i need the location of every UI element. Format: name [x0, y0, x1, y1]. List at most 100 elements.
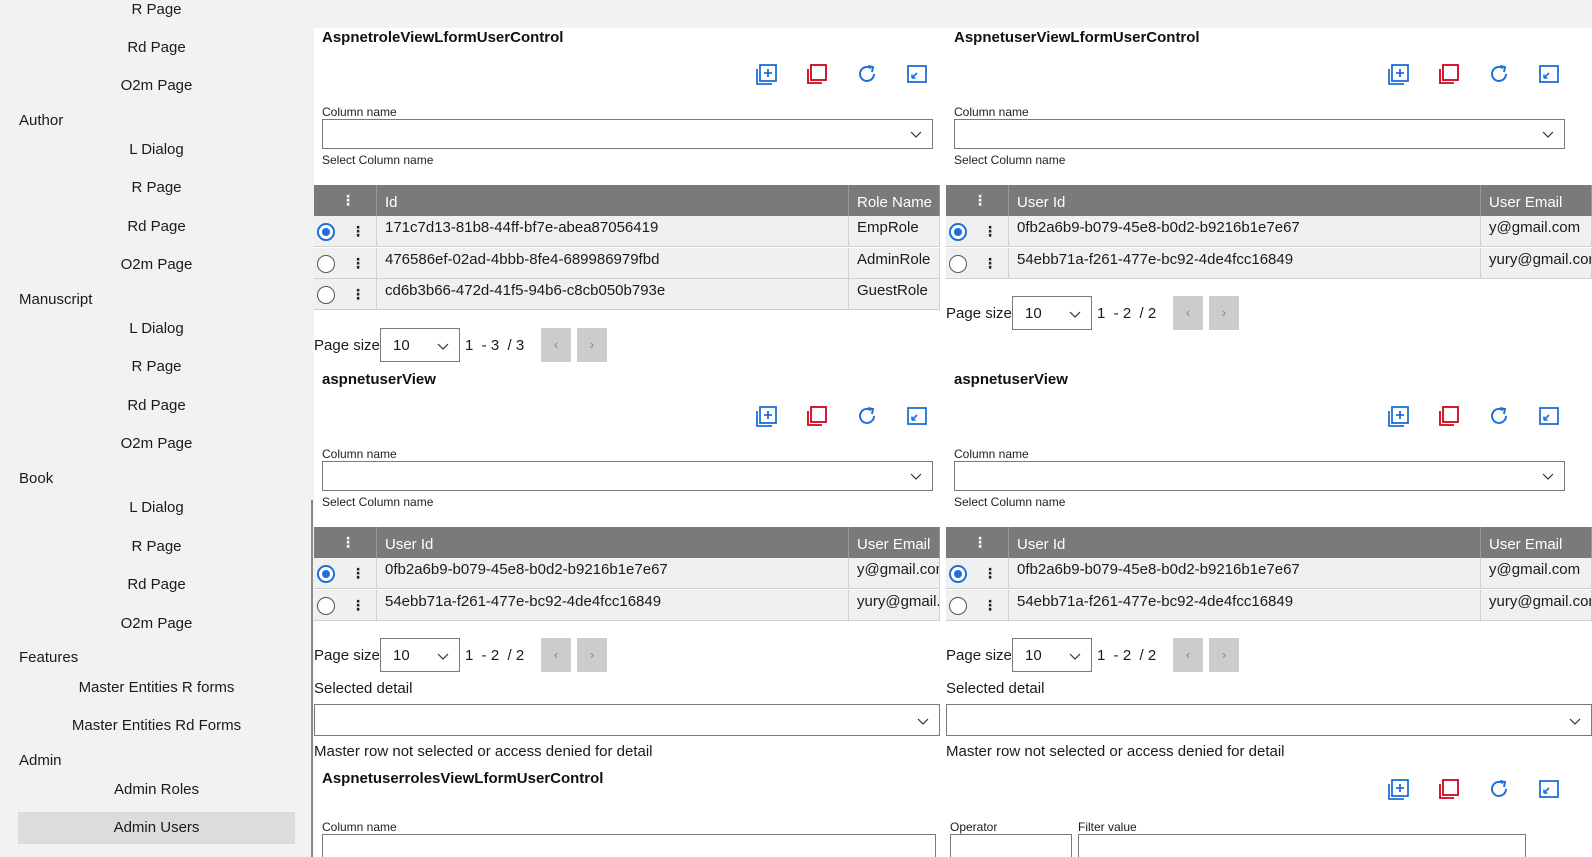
- column-header[interactable]: Id: [377, 185, 849, 216]
- column-header[interactable]: User Email: [1481, 185, 1592, 216]
- row-radio[interactable]: [949, 596, 967, 615]
- refresh-icon[interactable]: [855, 62, 879, 86]
- refresh-icon[interactable]: [1487, 777, 1511, 801]
- sidebar-item[interactable]: O2m Page: [18, 70, 295, 102]
- sidebar-item[interactable]: Rd Page: [18, 32, 295, 64]
- next-page-button[interactable]: ›: [577, 328, 607, 362]
- row-radio[interactable]: [317, 565, 335, 583]
- sidebar-item[interactable]: L Dialog: [18, 134, 295, 166]
- column-header[interactable]: User Id: [1009, 527, 1481, 558]
- more-vert-icon[interactable]: ⋮: [351, 561, 365, 585]
- next-page-button[interactable]: ›: [1209, 638, 1239, 672]
- column-name-select[interactable]: [322, 461, 933, 491]
- add-icon[interactable]: [755, 62, 779, 86]
- table-row[interactable]: ⋮ 0fb2a6b9-b079-45e8-b0d2-b9216b1e7e67 y@g…: [946, 558, 1592, 589]
- filter-value-input[interactable]: [1078, 834, 1526, 857]
- sidebar-item[interactable]: Rd Page: [18, 211, 295, 243]
- table-row[interactable]: ⋮ 0fb2a6b9-b079-45e8-b0d2-b9216b1e7e67 y@g…: [946, 216, 1592, 247]
- column-header[interactable]: User Id: [1009, 185, 1481, 216]
- add-icon[interactable]: [1387, 777, 1411, 801]
- more-vert-icon[interactable]: ⋮: [973, 527, 987, 558]
- more-vert-icon[interactable]: ⋮: [983, 593, 997, 617]
- sidebar-item[interactable]: R Page: [18, 0, 295, 26]
- next-page-button[interactable]: ›: [577, 638, 607, 672]
- table-row[interactable]: ⋮ 0fb2a6b9-b079-45e8-b0d2-b9216b1e7e67 y@g…: [314, 558, 940, 589]
- sidebar-item[interactable]: L Dialog: [18, 313, 295, 345]
- prev-page-button[interactable]: ‹: [541, 638, 571, 672]
- more-vert-icon[interactable]: ⋮: [973, 185, 987, 216]
- copy-icon[interactable]: [805, 62, 829, 86]
- refresh-icon[interactable]: [1487, 62, 1511, 86]
- add-icon[interactable]: [1387, 404, 1411, 428]
- sidebar-item[interactable]: R Page: [18, 531, 295, 563]
- selected-detail-select[interactable]: [314, 704, 940, 736]
- table-row[interactable]: ⋮ 54ebb71a-f261-477e-bc92-4de4fcc16849 yur…: [946, 589, 1592, 621]
- expand-icon[interactable]: [1537, 62, 1561, 86]
- more-vert-icon[interactable]: ⋮: [351, 219, 365, 243]
- copy-icon[interactable]: [1437, 777, 1461, 801]
- next-page-button[interactable]: ›: [1209, 296, 1239, 330]
- sidebar-item[interactable]: Master Entities R forms: [18, 672, 295, 704]
- table-row[interactable]: ⋮ 54ebb71a-f261-477e-bc92-4de4fcc16849 yur…: [314, 589, 940, 621]
- add-icon[interactable]: [1387, 62, 1411, 86]
- expand-icon[interactable]: [1537, 777, 1561, 801]
- copy-icon[interactable]: [1437, 62, 1461, 86]
- column-name-select[interactable]: [322, 119, 933, 149]
- operator-select[interactable]: [950, 834, 1072, 857]
- column-header[interactable]: User Id: [377, 527, 849, 558]
- table-row[interactable]: ⋮ cd6b3b66-472d-41f5-94b6-c8cb050b793e Gue…: [314, 279, 940, 310]
- column-name-select[interactable]: [954, 119, 1565, 149]
- table-row[interactable]: ⋮ 54ebb71a-f261-477e-bc92-4de4fcc16849 yur…: [946, 247, 1592, 279]
- prev-page-button[interactable]: ‹: [1173, 296, 1203, 330]
- page-size-select[interactable]: 10: [1012, 296, 1092, 330]
- sidebar-item[interactable]: Admin Users: [18, 812, 295, 844]
- column-header[interactable]: User Email: [849, 527, 940, 558]
- more-vert-icon[interactable]: ⋮: [341, 185, 355, 216]
- sidebar-item[interactable]: O2m Page: [18, 428, 295, 460]
- row-radio[interactable]: [317, 254, 335, 273]
- more-vert-icon[interactable]: ⋮: [983, 561, 997, 585]
- sidebar-item[interactable]: L Dialog: [18, 492, 295, 524]
- more-vert-icon[interactable]: ⋮: [341, 527, 355, 558]
- row-radio[interactable]: [317, 286, 335, 304]
- sidebar-item[interactable]: Rd Page: [18, 569, 295, 601]
- refresh-icon[interactable]: [855, 404, 879, 428]
- sidebar-item[interactable]: Master Entities Rd Forms: [18, 710, 295, 742]
- sidebar-item[interactable]: Rd Page: [18, 390, 295, 422]
- sidebar-item[interactable]: O2m Page: [18, 608, 295, 640]
- more-vert-icon[interactable]: ⋮: [351, 251, 365, 275]
- more-vert-icon[interactable]: ⋮: [351, 593, 365, 617]
- expand-icon[interactable]: [905, 404, 929, 428]
- row-radio[interactable]: [949, 223, 967, 241]
- expand-icon[interactable]: [905, 62, 929, 86]
- selected-detail-select[interactable]: [946, 704, 1592, 736]
- add-icon[interactable]: [755, 404, 779, 428]
- sidebar-item[interactable]: Admin Roles: [18, 774, 295, 806]
- sidebar-item[interactable]: R Page: [18, 172, 295, 204]
- page-size-select[interactable]: 10: [380, 638, 460, 672]
- sidebar-item[interactable]: O2m Page: [18, 249, 295, 281]
- page-size-select[interactable]: 10: [380, 328, 460, 362]
- more-vert-icon[interactable]: ⋮: [983, 251, 997, 275]
- table-row[interactable]: ⋮ 171c7d13-81b8-44ff-bf7e-abea87056419 Emp…: [314, 216, 940, 247]
- copy-icon[interactable]: [805, 404, 829, 428]
- more-vert-icon[interactable]: ⋮: [351, 282, 365, 306]
- column-name-select[interactable]: [954, 461, 1565, 491]
- column-name-select[interactable]: [322, 834, 936, 857]
- sidebar-item[interactable]: R Page: [18, 351, 295, 383]
- page-size-select[interactable]: 10: [1012, 638, 1092, 672]
- expand-icon[interactable]: [1537, 404, 1561, 428]
- sidebar-divider[interactable]: [311, 500, 313, 857]
- table-row[interactable]: ⋮ 476586ef-02ad-4bbb-8fe4-689986979fbd Adm…: [314, 247, 940, 279]
- row-radio[interactable]: [949, 565, 967, 583]
- refresh-icon[interactable]: [1487, 404, 1511, 428]
- prev-page-button[interactable]: ‹: [541, 328, 571, 362]
- row-radio[interactable]: [949, 254, 967, 273]
- column-header[interactable]: User Email: [1481, 527, 1592, 558]
- more-vert-icon[interactable]: ⋮: [983, 219, 997, 243]
- column-header[interactable]: Role Name: [849, 185, 940, 216]
- row-radio[interactable]: [317, 223, 335, 241]
- copy-icon[interactable]: [1437, 404, 1461, 428]
- row-radio[interactable]: [317, 596, 335, 615]
- prev-page-button[interactable]: ‹: [1173, 638, 1203, 672]
